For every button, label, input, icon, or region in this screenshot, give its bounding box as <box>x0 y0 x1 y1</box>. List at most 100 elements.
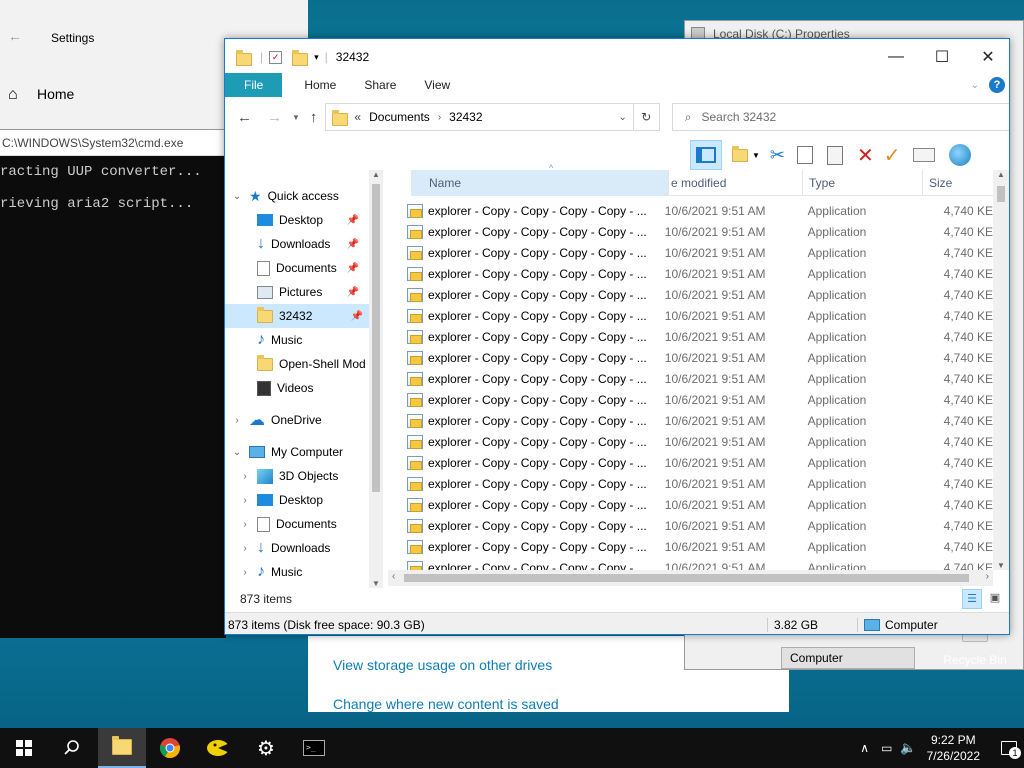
show-hidden-icons-icon[interactable]: ∧ <box>860 741 869 755</box>
taskbar-chrome[interactable] <box>146 728 194 768</box>
change-save-location-link[interactable]: Change where new content is saved <box>333 696 559 712</box>
column-type[interactable]: Type <box>803 169 923 196</box>
file-row[interactable]: explorer - Copy - Copy - Copy - Copy - .… <box>403 410 993 431</box>
search-button[interactable] <box>48 728 96 768</box>
file-row[interactable]: explorer - Copy - Copy - Copy - Copy - .… <box>403 473 993 494</box>
breadcrumb-chevron-icon[interactable]: › <box>438 112 441 123</box>
nav-scroll-thumb[interactable] <box>372 184 380 492</box>
file-row[interactable]: explorer - Copy - Copy - Copy - Copy - .… <box>403 389 993 410</box>
rename-icon[interactable]: ✓ <box>884 143 901 168</box>
expanded-chevron-icon[interactable]: ⌄ <box>229 191 245 202</box>
back-arrow-icon[interactable]: ← <box>8 28 22 44</box>
file-row[interactable]: explorer - Copy - Copy - Copy - Copy - .… <box>403 431 993 452</box>
scroll-up-icon[interactable]: ▲ <box>369 170 383 179</box>
nav-pc-desktop[interactable]: › Desktop <box>237 488 323 512</box>
expand-ribbon-icon[interactable]: ⌄ <box>971 80 979 91</box>
collapsed-chevron-icon[interactable]: › <box>237 543 253 554</box>
file-row[interactable]: explorer - Copy - Copy - Copy - Copy - .… <box>403 452 993 473</box>
file-row[interactable]: explorer - Copy - Copy - Copy - Copy - .… <box>403 368 993 389</box>
volume-icon[interactable]: 🔈 <box>900 740 916 756</box>
nav-3d-objects[interactable]: › 3D Objects <box>237 464 338 488</box>
network-icon[interactable]: ▭ <box>881 741 892 755</box>
nav-onedrive[interactable]: › ☁ OneDrive <box>229 408 321 432</box>
tab-file[interactable]: File <box>225 73 283 97</box>
view-options-icon[interactable] <box>732 145 748 162</box>
nav-documents[interactable]: Documents 📌 <box>257 256 365 280</box>
taskbar-settings[interactable]: ⚙ <box>242 728 290 768</box>
network-icon[interactable] <box>948 144 971 166</box>
taskbar-pacman-app[interactable] <box>194 728 242 768</box>
collapsed-chevron-icon[interactable]: › <box>237 567 253 578</box>
file-row[interactable]: explorer - Copy - Copy - Copy - Copy - .… <box>403 515 993 536</box>
copy-icon[interactable] <box>797 146 814 164</box>
pin-icon[interactable]: 📌 <box>351 311 363 322</box>
view-dropdown-icon[interactable]: ▼ <box>752 151 760 160</box>
breadcrumb-32432[interactable]: 32432 <box>449 110 482 124</box>
nav-pc-music[interactable]: › ♪ Music <box>237 560 302 584</box>
nav-scrollbar[interactable]: ▲ ▼ <box>369 170 383 588</box>
close-button[interactable]: ✕ <box>965 39 1009 75</box>
file-row[interactable]: explorer - Copy - Copy - Copy - Copy - .… <box>403 200 993 221</box>
nav-my-computer[interactable]: ⌄ My Computer <box>229 440 343 464</box>
scroll-down-icon[interactable]: ▼ <box>993 561 1009 570</box>
scroll-left-icon[interactable]: ‹ <box>392 571 395 582</box>
paste-icon[interactable] <box>827 145 844 165</box>
pin-icon[interactable]: 📌 <box>347 287 359 298</box>
start-button[interactable] <box>0 728 48 768</box>
file-row[interactable]: explorer - Copy - Copy - Copy - Copy - .… <box>403 326 993 347</box>
nav-videos[interactable]: Videos <box>257 376 313 400</box>
nav-quick-access[interactable]: ⌄ ★ Quick access <box>229 184 339 208</box>
file-row[interactable]: explorer - Copy - Copy - Copy - Copy - .… <box>403 284 993 305</box>
address-bar[interactable]: « Documents › 32432 ⌄ <box>325 103 634 131</box>
home-icon[interactable]: ⌂ <box>8 86 18 104</box>
preview-pane-button[interactable] <box>690 140 722 170</box>
nav-32432-selected[interactable]: 32432 📌 <box>225 304 369 328</box>
file-row[interactable]: explorer - Copy - Copy - Copy - Copy - .… <box>403 263 993 284</box>
back-icon[interactable]: ← <box>237 109 252 126</box>
scroll-up-icon[interactable]: ▲ <box>993 170 1009 179</box>
large-icons-view-button[interactable]: ▣ <box>985 589 1005 609</box>
pin-icon[interactable]: 📌 <box>347 263 359 274</box>
quick-access-dropdown-icon[interactable]: ▾ <box>314 52 319 63</box>
pin-icon[interactable]: 📌 <box>347 215 359 226</box>
forward-icon[interactable]: → <box>267 109 282 126</box>
column-size[interactable]: Size <box>923 170 993 196</box>
file-row[interactable]: explorer - Copy - Copy - Copy - Copy - .… <box>403 242 993 263</box>
breadcrumb-documents[interactable]: Documents <box>369 110 430 124</box>
collapsed-chevron-icon[interactable]: › <box>237 519 253 530</box>
nav-openshell[interactable]: Open-Shell Mod <box>257 352 366 376</box>
clock[interactable]: 9:22 PM 7/26/2022 <box>927 732 980 764</box>
file-vertical-scrollbar[interactable]: ▲ ▼ <box>993 170 1009 570</box>
column-date[interactable]: e modified <box>669 169 803 196</box>
nav-pictures[interactable]: Pictures 📌 <box>257 280 365 304</box>
nav-music[interactable]: ♪ Music <box>257 328 302 352</box>
column-name[interactable]: Name <box>411 169 669 196</box>
computer-field[interactable]: Computer <box>781 647 915 669</box>
file-row[interactable]: explorer - Copy - Copy - Copy - Copy - .… <box>403 347 993 368</box>
tab-view[interactable]: View <box>410 73 464 97</box>
up-icon[interactable]: ↑ <box>310 109 318 126</box>
nav-downloads[interactable]: ↓ Downloads 📌 <box>257 232 365 256</box>
collapsed-chevron-icon[interactable]: › <box>229 415 245 426</box>
properties-quick-icon[interactable]: ✓ <box>269 50 283 64</box>
address-overflow[interactable]: « <box>354 110 361 124</box>
properties-icon[interactable] <box>912 148 935 162</box>
details-view-button[interactable]: ☰ <box>962 589 982 609</box>
taskbar-cmd[interactable]: >_ <box>290 728 338 768</box>
nav-pc-documents[interactable]: › Documents <box>237 512 337 536</box>
collapsed-chevron-icon[interactable]: › <box>237 471 253 482</box>
refresh-button[interactable]: ↻ <box>633 103 660 131</box>
tab-home[interactable]: Home <box>290 73 350 97</box>
address-dropdown-icon[interactable]: ⌄ <box>619 112 627 123</box>
nav-desktop[interactable]: Desktop 📌 <box>257 208 365 232</box>
settings-home-link[interactable]: Home <box>37 86 74 102</box>
minimize-button[interactable]: — <box>873 39 919 75</box>
scroll-right-icon[interactable]: › <box>986 571 989 582</box>
taskbar-file-explorer[interactable] <box>98 728 146 768</box>
file-row[interactable]: explorer - Copy - Copy - Copy - Copy - .… <box>403 221 993 242</box>
help-icon[interactable]: ? <box>989 77 1005 93</box>
tab-share[interactable]: Share <box>350 73 410 97</box>
collapsed-chevron-icon[interactable]: › <box>237 495 253 506</box>
file-row[interactable]: explorer - Copy - Copy - Copy - Copy - .… <box>403 557 993 570</box>
file-horizontal-scrollbar[interactable]: ‹ › <box>388 570 993 586</box>
